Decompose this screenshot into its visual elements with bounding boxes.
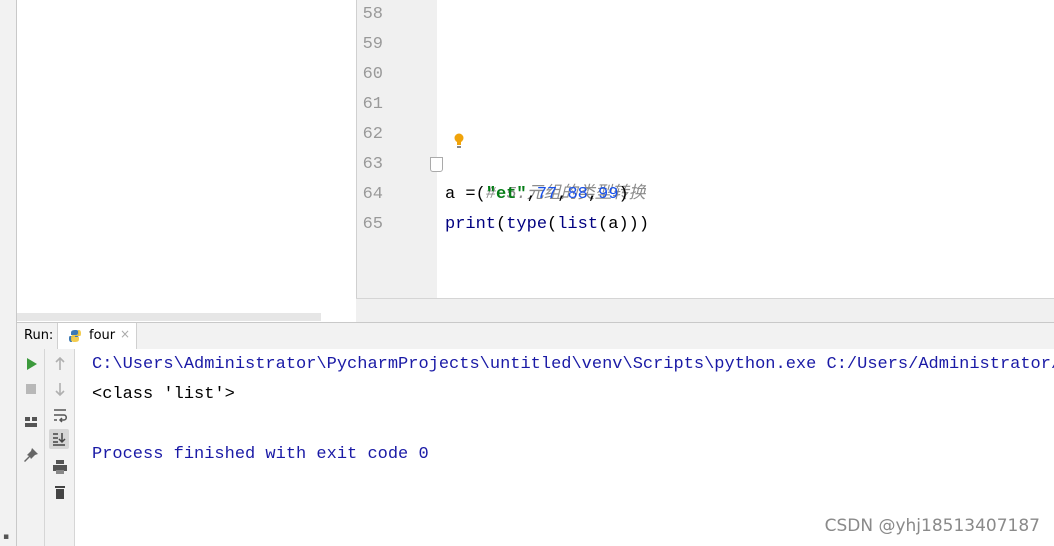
run-label: Run: [24,328,54,343]
pin-icon[interactable] [21,445,41,465]
soft-wrap-icon[interactable] [50,405,70,425]
console-output-line: <class 'list'> [92,385,235,404]
print-icon[interactable] [50,457,70,477]
line-number-gutter: 58 59 60 61 62 63 64 65 [356,0,438,298]
console-command-line: C:\Users\Administrator\PycharmProjects\u… [92,355,1054,374]
tool-strip-marker: ▪ [3,532,10,542]
code-number: 88 [567,185,588,204]
close-icon[interactable]: × [120,327,130,341]
code-builtin: print [445,215,497,234]
python-icon [69,330,81,342]
line-number: 63 [362,155,383,174]
code-token: ( [496,215,507,234]
code-line-63[interactable]: # 5.元组的类型转换 [445,150,646,204]
scroll-to-end-icon[interactable] [49,429,69,449]
line-number: 58 [362,5,383,24]
arrow-down-icon[interactable] [50,379,70,399]
console-exit-line: Process finished with exit code 0 [92,445,429,464]
left-tool-strip: ▪ [0,0,17,546]
code-line-65[interactable]: print(type(list(a))) [445,210,649,240]
project-pane-scrollbar[interactable] [17,313,321,321]
code-line-64[interactable]: a =("et",77,88,99) [445,180,629,210]
run-tool-window-header: Run: four × [17,322,1054,350]
code-number: 77 [536,185,558,204]
line-number: 65 [362,215,383,234]
code-editor[interactable]: # 5.元组的类型转换 a =("et",77,88,99) print(typ… [437,0,1054,298]
run-tab-four[interactable]: four × [57,323,137,349]
line-number: 62 [362,125,383,144]
code-token: , [557,185,568,204]
lightbulb-icon[interactable] [452,132,466,150]
trash-icon[interactable] [50,482,70,502]
run-toolbar-primary [17,349,45,546]
code-builtin: list [557,215,599,234]
play-icon[interactable] [21,354,41,374]
editor-bottom-bar [356,298,1054,323]
line-number: 59 [362,35,383,54]
code-token: , [587,185,599,204]
stop-icon[interactable] [21,379,41,399]
code-token: (a))) [598,215,650,234]
layout-icon[interactable] [21,412,41,432]
line-number: 60 [362,65,383,84]
run-toolbar-secondary [45,349,75,546]
code-token: , [526,185,537,204]
line-number: 61 [362,95,383,114]
code-number: 99 [598,185,619,204]
fold-marker-icon[interactable] [430,157,443,172]
line-number: 64 [362,185,383,204]
code-token: ( [547,215,558,234]
arrow-up-icon[interactable] [50,354,70,374]
code-token: a =( [445,185,486,204]
code-builtin: type [506,215,548,234]
code-string: "et" [485,185,527,204]
code-token: ) [618,185,629,204]
project-pane [17,0,356,322]
watermark: CSDN @yhj18513407187 [824,516,1040,536]
run-tab-label: four [89,328,116,343]
